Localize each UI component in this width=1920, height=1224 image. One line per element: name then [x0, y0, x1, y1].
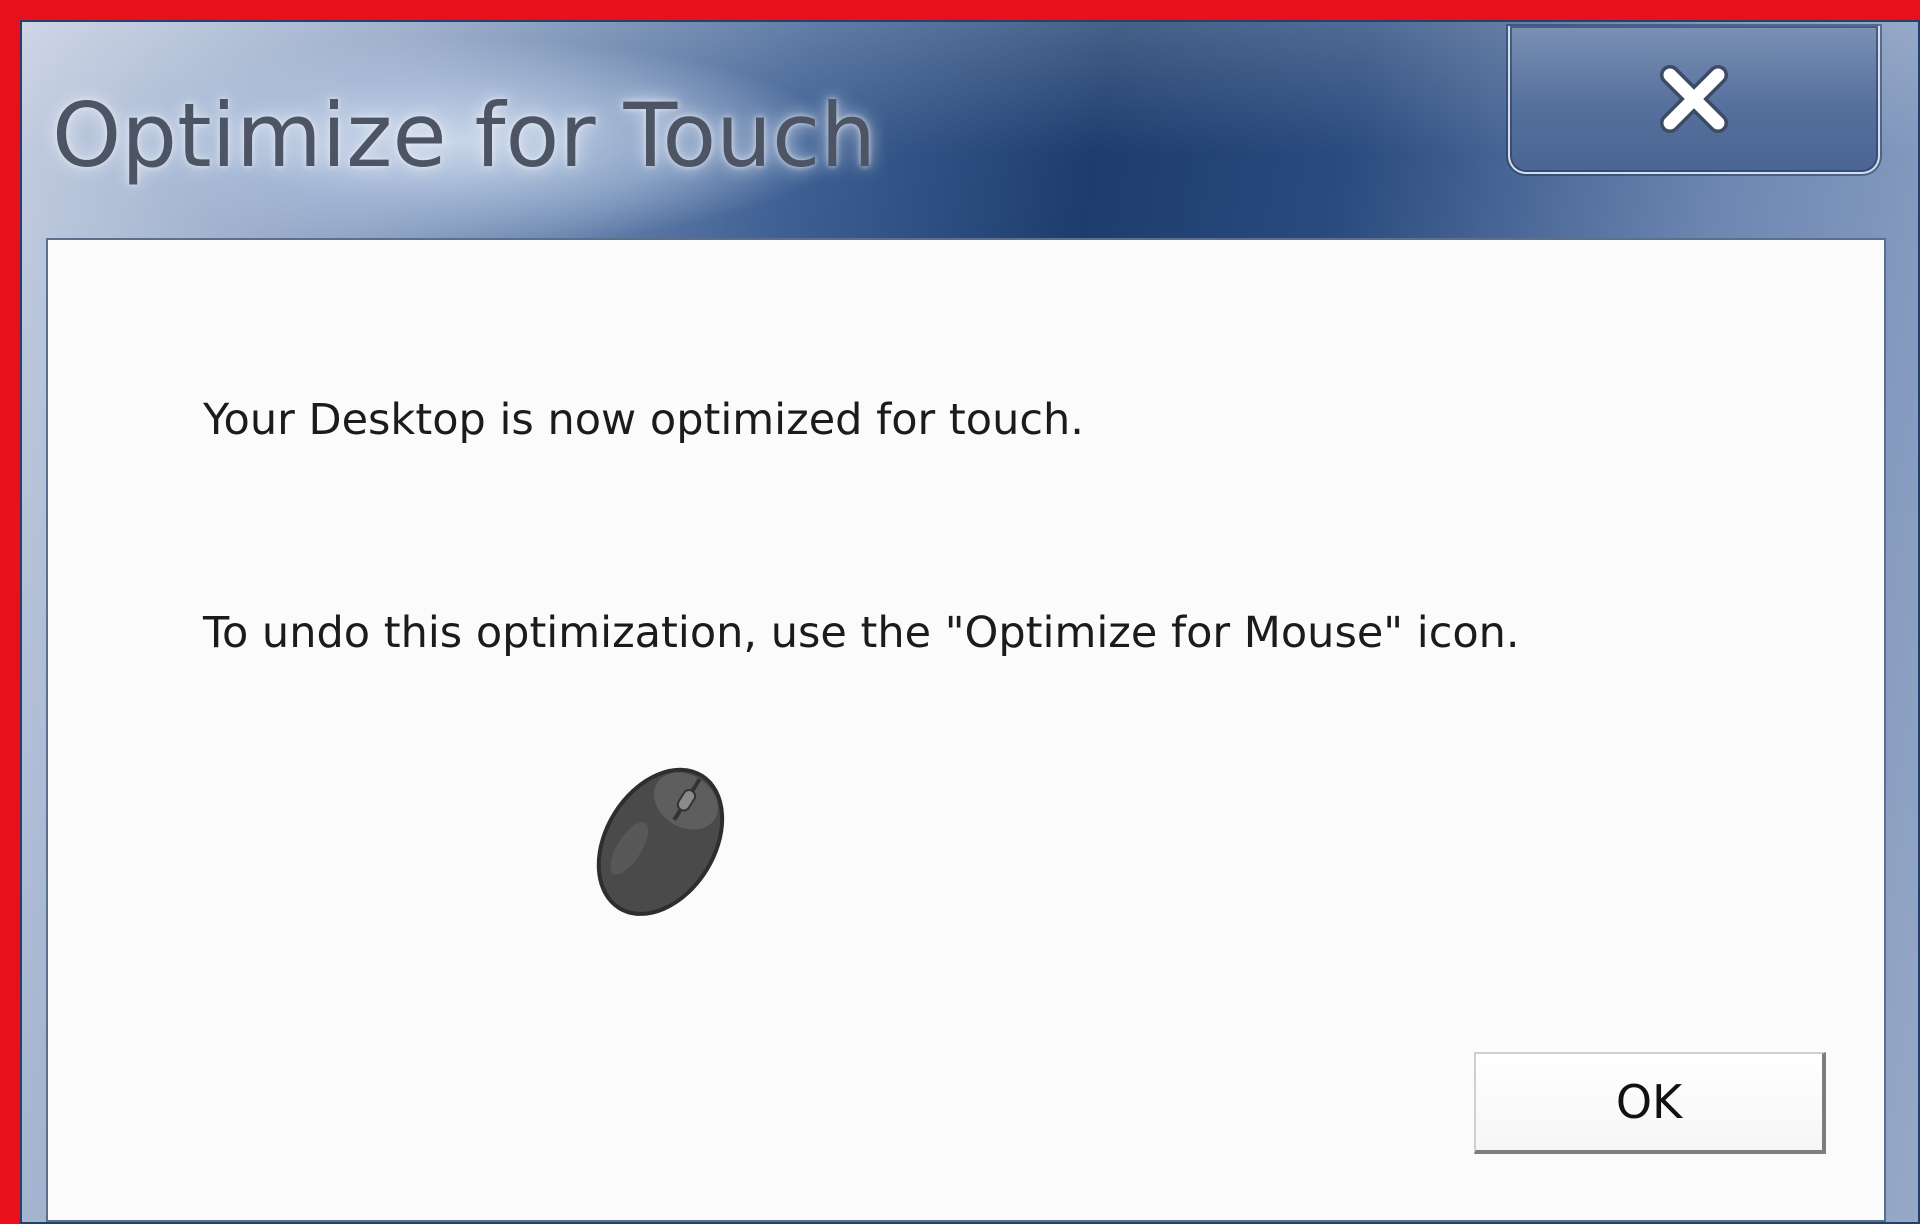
- mouse-icon: [596, 767, 725, 916]
- close-button[interactable]: [1508, 26, 1880, 174]
- message-undo-instructions: To undo this optimization, use the "Opti…: [203, 608, 1520, 658]
- ok-button[interactable]: OK: [1474, 1052, 1826, 1154]
- screenshot-frame: Optimize for Touch Your Desktop is now o…: [0, 0, 1920, 1224]
- dialog-window: Optimize for Touch Your Desktop is now o…: [20, 20, 1920, 1224]
- window-title: Optimize for Touch: [52, 84, 877, 187]
- dialog-content: Your Desktop is now optimized for touch.…: [46, 238, 1886, 1222]
- message-optimized: Your Desktop is now optimized for touch.: [203, 395, 1084, 445]
- close-icon: [1660, 65, 1728, 133]
